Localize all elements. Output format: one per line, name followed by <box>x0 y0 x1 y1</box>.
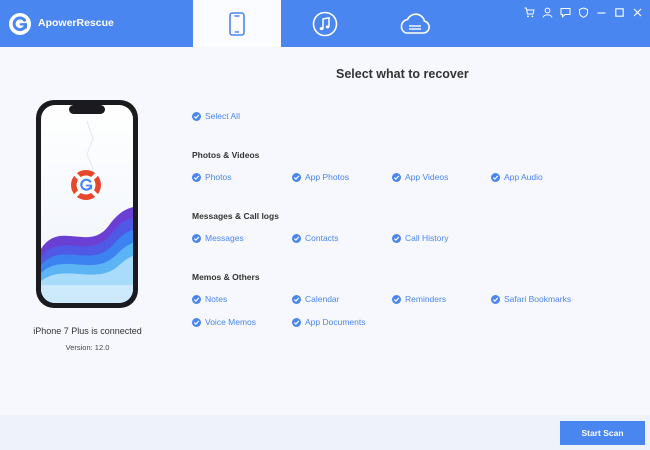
option-calendar[interactable]: Calendar <box>292 294 340 304</box>
section-title-messages: Messages & Call logs <box>192 211 279 221</box>
cart-icon[interactable] <box>522 5 536 19</box>
option-label: App Documents <box>305 317 366 327</box>
footer-bar <box>0 415 650 450</box>
option-label: Calendar <box>305 294 340 304</box>
device-version: Version: 12.0 <box>65 343 110 352</box>
check-icon <box>292 317 301 327</box>
option-label: App Videos <box>405 172 449 182</box>
app-name: ApowerRescue <box>38 17 114 29</box>
option-safari-bookmarks[interactable]: Safari Bookmarks <box>491 294 571 304</box>
check-icon <box>491 294 500 304</box>
option-label: Reminders <box>405 294 447 304</box>
option-label: Safari Bookmarks <box>504 294 572 304</box>
check-icon <box>292 172 301 182</box>
option-label: App Audio <box>504 172 543 182</box>
start-scan-button[interactable]: Start Scan <box>560 421 645 445</box>
window-controls <box>522 5 644 19</box>
option-app-photos[interactable]: App Photos <box>292 172 349 182</box>
check-icon <box>392 233 401 243</box>
check-icon <box>192 317 201 327</box>
phone-illustration <box>35 99 139 309</box>
option-app-documents[interactable]: App Documents <box>292 317 365 327</box>
music-icon <box>312 11 338 36</box>
select-all-label: Select All <box>205 111 240 121</box>
tab-music[interactable] <box>281 0 369 47</box>
shield-icon[interactable] <box>576 5 590 19</box>
option-label: Contacts <box>305 233 339 243</box>
cloud-icon <box>400 12 430 34</box>
tab-cloud[interactable] <box>369 0 461 47</box>
option-app-videos[interactable]: App Videos <box>392 172 448 182</box>
check-icon <box>292 294 301 304</box>
option-label: Call History <box>405 233 449 243</box>
feedback-icon[interactable] <box>558 5 572 19</box>
option-notes[interactable]: Notes <box>192 294 227 304</box>
app-logo-icon <box>9 13 31 35</box>
maximize-icon[interactable] <box>612 5 626 19</box>
option-label: Messages <box>205 233 244 243</box>
page-title: Select what to recover <box>336 67 469 81</box>
user-icon[interactable] <box>540 5 554 19</box>
close-icon[interactable] <box>630 5 644 19</box>
section-title-memos: Memos & Others <box>192 272 260 282</box>
check-icon <box>192 294 201 304</box>
check-icon <box>192 233 201 243</box>
phone-icon <box>229 11 245 36</box>
check-icon <box>292 233 301 243</box>
check-icon <box>392 172 401 182</box>
option-voice-memos[interactable]: Voice Memos <box>192 317 256 327</box>
select-all-checkbox[interactable]: Select All <box>192 111 240 121</box>
tab-phone[interactable] <box>193 0 281 47</box>
option-contacts[interactable]: Contacts <box>292 233 339 243</box>
option-label: Photos <box>205 172 232 182</box>
option-app-audio[interactable]: App Audio <box>491 172 543 182</box>
option-messages[interactable]: Messages <box>192 233 244 243</box>
minimize-icon[interactable] <box>594 5 608 19</box>
check-icon <box>491 172 500 182</box>
option-label: App Photos <box>305 172 349 182</box>
option-photos[interactable]: Photos <box>192 172 231 182</box>
device-connected-text: iPhone 7 Plus is connected <box>33 326 142 336</box>
option-label: Notes <box>205 294 228 304</box>
option-label: Voice Memos <box>205 317 257 327</box>
option-reminders[interactable]: Reminders <box>392 294 446 304</box>
check-icon <box>192 111 201 121</box>
check-icon <box>192 172 201 182</box>
check-icon <box>392 294 401 304</box>
option-call-history[interactable]: Call History <box>392 233 448 243</box>
section-title-photos: Photos & Videos <box>192 150 260 160</box>
title-bar: ApowerRescue <box>0 0 650 47</box>
